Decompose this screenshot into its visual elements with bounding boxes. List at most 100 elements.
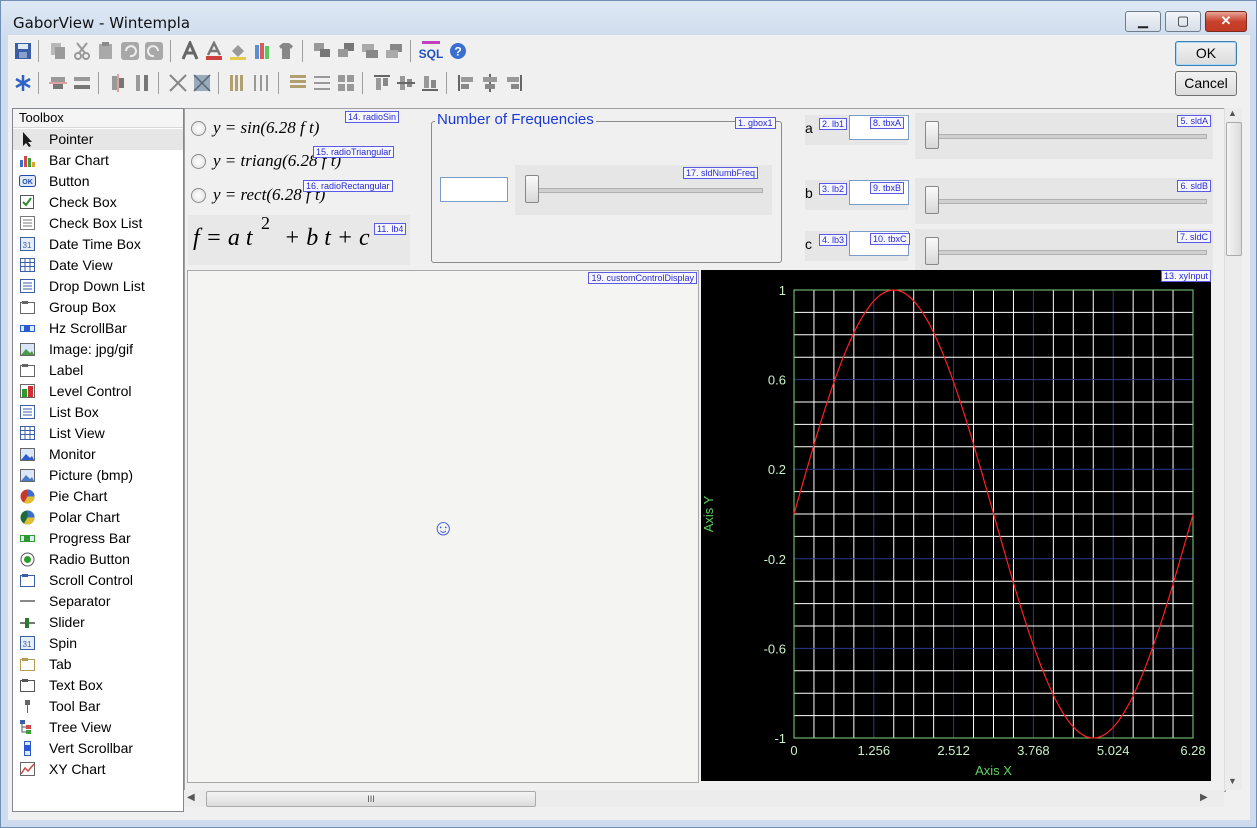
toolbox-item-date-view[interactable]: Date View	[13, 255, 183, 276]
toolbox-item-text-box[interactable]: Text Box	[13, 675, 183, 696]
toolbox-item-progress-bar[interactable]: Progress Bar	[13, 528, 183, 549]
toolbox-item-separator[interactable]: Separator	[13, 591, 183, 612]
shirt-icon[interactable]	[276, 41, 296, 61]
toolbox-item-label: Hz ScrollBar	[49, 320, 127, 336]
scroll-right-icon[interactable]: ▶	[1200, 792, 1208, 803]
toolbox-item-slider[interactable]: Slider	[13, 612, 183, 633]
toolbox-item-pie-chart[interactable]: Pie Chart	[13, 486, 183, 507]
param-c-textbox[interactable]: 10. tbxC	[849, 231, 910, 256]
redo-icon[interactable]	[144, 41, 164, 61]
toolbox-item-tool-bar[interactable]: Tool Bar	[13, 696, 183, 717]
pencils-icon[interactable]	[252, 41, 272, 61]
align-right-icon[interactable]	[504, 73, 524, 93]
custom-control-display[interactable]: 19. customControlDisplay ☺	[187, 270, 699, 783]
copy-icon[interactable]	[48, 41, 68, 61]
font-color-icon[interactable]	[204, 41, 224, 61]
slider-thumb[interactable]	[925, 121, 939, 149]
toolbox-item-bar-chart[interactable]: Bar Chart	[13, 150, 183, 171]
xy-input-chart[interactable]: 0 1.256 2.512 3.768 5.024 6.28 1 0.6 0.2 -0.2 -0.6…	[701, 270, 1211, 781]
toolbox-item-monitor[interactable]: Monitor	[13, 444, 183, 465]
slider-thumb[interactable]	[925, 186, 939, 214]
rows-even-icon[interactable]	[312, 73, 332, 93]
fill-color-icon[interactable]	[228, 41, 248, 61]
toolbox-item-date-time-box[interactable]: 31 Date Time Box	[13, 234, 183, 255]
align-center-icon[interactable]	[480, 73, 500, 93]
scroll-down-icon[interactable]: ▼	[1228, 776, 1237, 786]
toolbox-item-button[interactable]: OK Button	[13, 171, 183, 192]
undo-icon[interactable]	[120, 41, 140, 61]
font-icon[interactable]	[180, 41, 200, 61]
ok-button[interactable]: OK	[1175, 41, 1237, 66]
columns-even-icon[interactable]	[252, 73, 272, 93]
param-a-slider[interactable]: 5. sldA	[915, 113, 1213, 159]
xy-chart-icon	[20, 762, 35, 776]
toolbox-item-hz-scrollbar[interactable]: Hz ScrollBar	[13, 318, 183, 339]
param-a-textbox[interactable]: 8. tbxA	[849, 115, 909, 140]
param-c-slider[interactable]: 7. sldC	[915, 229, 1213, 275]
frequencies-slider[interactable]: 17. sldNumbFreq	[515, 165, 772, 215]
sql-icon[interactable]: SQL	[418, 39, 444, 63]
paste-icon[interactable]	[96, 41, 116, 61]
space-vertical-icon[interactable]	[72, 73, 92, 93]
minimize-button[interactable]: ▁	[1125, 11, 1161, 32]
toolbox-item-picture-bmp[interactable]: Picture (bmp)	[13, 465, 183, 486]
help-icon[interactable]: ?	[448, 41, 468, 61]
toolbox-item-spin[interactable]: 31 Spin	[13, 633, 183, 654]
cut-icon[interactable]	[72, 41, 92, 61]
slider-thumb[interactable]	[525, 175, 539, 203]
align-top-icon[interactable]	[372, 73, 392, 93]
toolbox-item-level-control[interactable]: Level Control	[13, 381, 183, 402]
toolbox-item-image-jpg-gif[interactable]: Image: jpg/gif	[13, 339, 183, 360]
toolbox-item-radio-button[interactable]: Radio Button	[13, 549, 183, 570]
save-icon[interactable]	[13, 41, 33, 61]
bring-forward-icon[interactable]	[312, 41, 332, 61]
toolbox-item-drop-down-list[interactable]: Drop Down List	[13, 276, 183, 297]
frequencies-textbox[interactable]	[440, 177, 508, 202]
shrink-icon[interactable]	[168, 73, 188, 93]
title-bar[interactable]: GaborView - Wintempla ▁ ▢ ✕	[1, 1, 1256, 35]
align-middle-icon[interactable]	[396, 73, 416, 93]
slider-thumb[interactable]	[925, 237, 939, 265]
toolbox-item-xy-chart[interactable]: XY Chart	[13, 759, 183, 780]
toolbox-item-check-box[interactable]: Check Box	[13, 192, 183, 213]
toolbox-item-list-box[interactable]: List Box	[13, 402, 183, 423]
maximize-button[interactable]: ▢	[1165, 11, 1201, 32]
scroll-up-icon[interactable]: ▲	[1228, 108, 1237, 118]
scroll-left-icon[interactable]: ◀	[187, 792, 195, 803]
rows-icon[interactable]	[288, 73, 308, 93]
fit-icon[interactable]	[192, 73, 212, 93]
snowflake-icon[interactable]	[13, 73, 33, 93]
bring-front-icon[interactable]	[360, 41, 380, 61]
grid-icon[interactable]	[336, 73, 356, 93]
radio-rectangular[interactable]	[191, 188, 206, 203]
space-horizontal-icon[interactable]	[132, 73, 152, 93]
columns-icon[interactable]	[228, 73, 248, 93]
horizontal-scrollbar[interactable]: ◀ III ▶	[184, 790, 1224, 807]
radio-sin[interactable]	[191, 121, 206, 136]
align-center-horizontal-icon[interactable]	[108, 73, 128, 93]
toolbox-item-label[interactable]: Label	[13, 360, 183, 381]
align-center-vertical-icon[interactable]	[48, 73, 68, 93]
toolbox-item-polar-chart[interactable]: Polar Chart	[13, 507, 183, 528]
param-b-slider[interactable]: 6. sldB	[915, 178, 1213, 224]
toolbox-item-list-view[interactable]: List View	[13, 423, 183, 444]
horizontal-scroll-thumb[interactable]: III	[206, 791, 536, 807]
send-backward-icon[interactable]	[336, 41, 356, 61]
toolbox-item-tree-view[interactable]: Tree View	[13, 717, 183, 738]
radio-triangular[interactable]	[191, 154, 206, 169]
align-left-icon[interactable]	[456, 73, 476, 93]
align-bottom-icon[interactable]	[420, 73, 440, 93]
toolbox-item-group-box[interactable]: Group Box	[13, 297, 183, 318]
toolbox-item-label: Image: jpg/gif	[49, 341, 134, 357]
toolbox-item-tab[interactable]: Tab	[13, 654, 183, 675]
param-b-textbox[interactable]: 9. tbxB	[849, 180, 909, 205]
send-back-icon[interactable]	[384, 41, 404, 61]
close-button[interactable]: ✕	[1205, 11, 1247, 32]
vertical-scrollbar[interactable]: ▲ ▼	[1224, 108, 1242, 790]
vertical-scroll-thumb[interactable]	[1226, 122, 1242, 256]
cancel-button[interactable]: Cancel	[1175, 71, 1237, 96]
toolbox-item-scroll-control[interactable]: Scroll Control	[13, 570, 183, 591]
toolbox-item-pointer[interactable]: Pointer	[13, 129, 183, 150]
toolbox-item-vert-scrollbar[interactable]: Vert Scrollbar	[13, 738, 183, 759]
toolbox-item-check-box-list[interactable]: Check Box List	[13, 213, 183, 234]
